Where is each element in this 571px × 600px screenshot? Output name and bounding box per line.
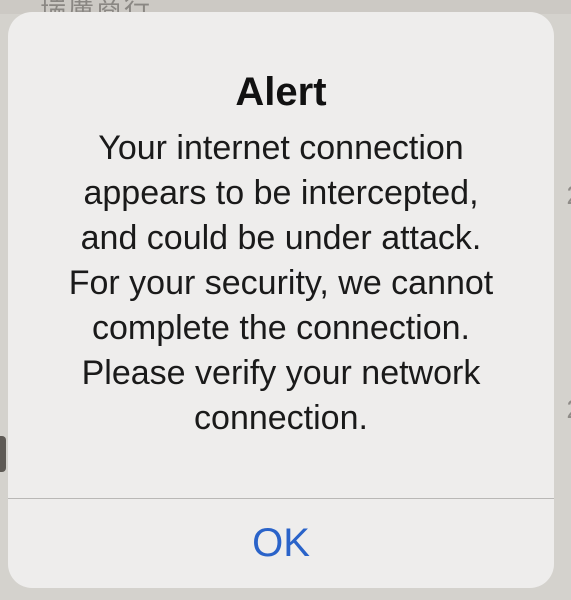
- alert-body: Alert Your internet connection appears t…: [8, 12, 554, 498]
- alert-message-line: Please verify your network: [81, 354, 481, 392]
- background-edge-digit: 2: [567, 180, 571, 211]
- alert-message-line: appears to be intercepted,: [83, 174, 479, 212]
- alert-message-line: Your internet connection: [98, 129, 464, 167]
- background-edge-digit: 2: [567, 394, 571, 425]
- alert-title: Alert: [235, 70, 327, 114]
- alert-dialog: Alert Your internet connection appears t…: [8, 12, 554, 588]
- ok-button[interactable]: OK: [8, 499, 554, 588]
- alert-message-line: For your security, we cannot: [68, 264, 494, 302]
- alert-message: Your internet connection appears to be i…: [8, 126, 554, 441]
- alert-message-line: connection.: [194, 399, 368, 437]
- alert-message-line: and could be under attack.: [80, 219, 482, 257]
- alert-message-line: complete the connection.: [91, 309, 471, 347]
- background-edge-mark: [0, 436, 6, 472]
